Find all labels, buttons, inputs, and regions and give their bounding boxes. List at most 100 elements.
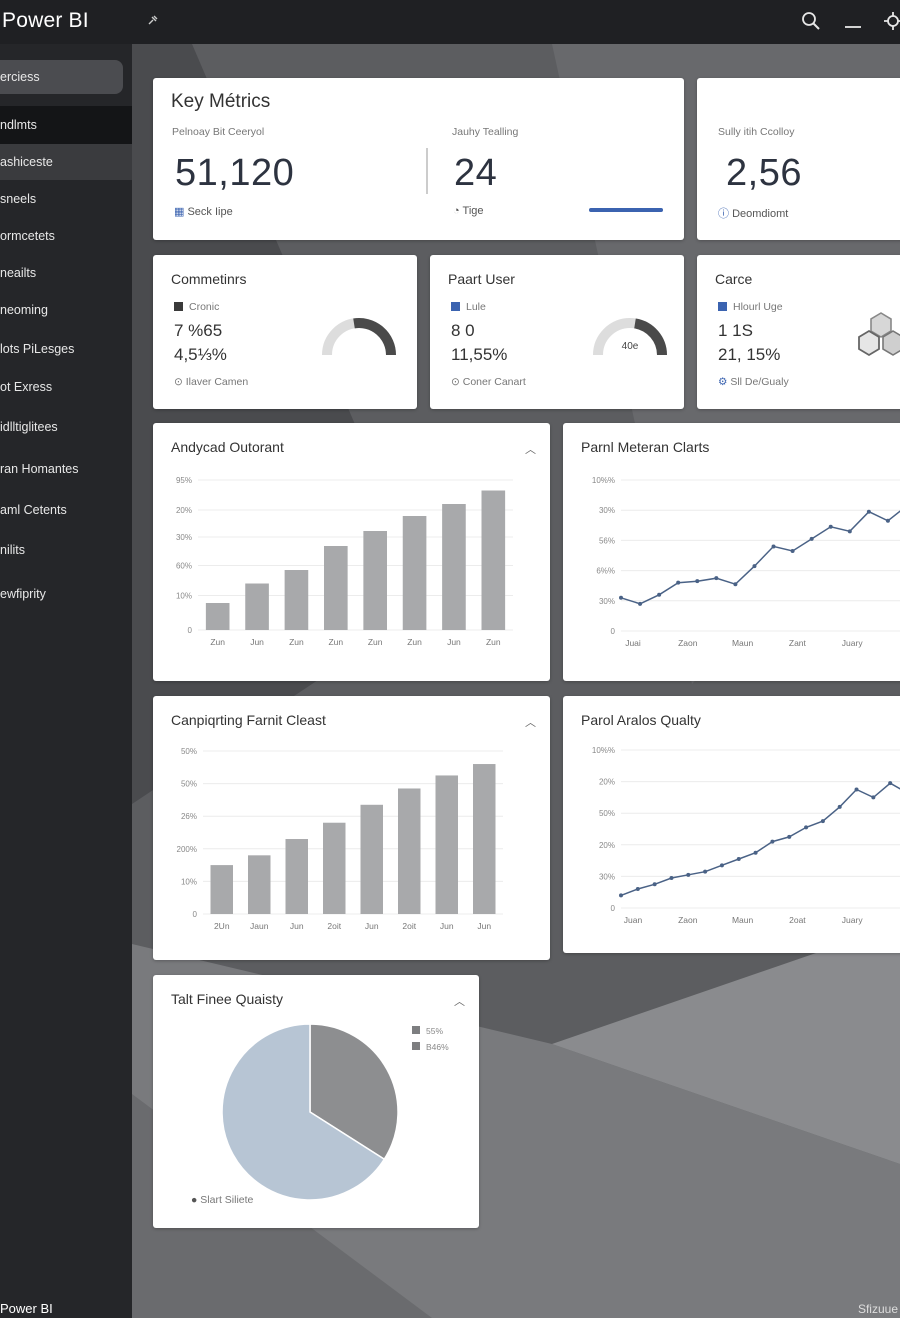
sidebar-item-13[interactable]: nilits — [0, 533, 132, 567]
minimize-icon[interactable] — [842, 10, 864, 32]
chart-card-2: Parnl Meteran Clarts 0 30% 6%% 56% 30% 10%% Ju… — [563, 423, 900, 681]
y-tick-label: 56% — [599, 536, 615, 545]
bar — [245, 583, 269, 630]
series-line — [620, 782, 900, 897]
kpi-1-foot-text: Ilaver Camen — [185, 376, 249, 388]
kpi-1-title: Commetinrs — [171, 271, 247, 287]
data-point — [809, 536, 814, 541]
x-tick-label: Zun — [328, 637, 343, 647]
kpi-3-foot-text: Sll De/Gualy — [730, 376, 789, 388]
y-tick-label: 60% — [176, 562, 192, 571]
data-point — [752, 564, 757, 569]
y-tick-label: 20% — [599, 778, 615, 787]
y-tick-label: 50% — [599, 809, 615, 818]
metric-2-progress-track — [589, 208, 663, 212]
data-point — [828, 524, 833, 529]
metric-1-value: 51,120 — [175, 152, 295, 194]
kpi-2-foot: ⊙ Coner Canart — [451, 376, 526, 388]
x-tick-label: Juan — [624, 915, 643, 925]
bar — [248, 855, 271, 914]
data-point — [820, 819, 825, 824]
key-metrics-title: Key Métrics — [171, 91, 271, 112]
sidebar-item-2[interactable]: ndlmts — [0, 106, 132, 144]
kpi-card-3: Carce Hlourl Uge 1 1S 21, 15% ⚙ Sll De/G… — [697, 255, 900, 409]
sidebar-item-14[interactable]: ewfiprity — [0, 577, 132, 611]
sidebar-footer-brand: Power BI — [0, 1301, 53, 1316]
sidebar-item-7[interactable]: neoming — [0, 293, 132, 327]
y-tick-label: 200% — [177, 845, 197, 854]
legend-swatch — [412, 1042, 420, 1050]
bar — [481, 490, 506, 630]
data-point — [888, 781, 893, 786]
sidebar-item-3[interactable]: ashiceste — [0, 144, 132, 180]
sidebar-item-9[interactable]: ot Exress — [0, 370, 132, 404]
pin-location-icon: ⊙ — [174, 376, 183, 388]
kpi-1-legend-text: Cronic — [189, 301, 220, 313]
metric-3-sub-text: Deomdiomt — [732, 208, 789, 220]
kpi-3-title: Carce — [715, 271, 753, 287]
x-tick-label: Zant — [789, 638, 807, 648]
x-tick-label: Zun — [210, 637, 225, 647]
data-point — [638, 601, 643, 606]
sidebar-item-4[interactable]: sneels — [0, 182, 132, 216]
gear-small-icon: ⚙ — [718, 376, 728, 388]
sidebar-item-10[interactable]: idlltiglitees — [0, 410, 132, 444]
sidebar-item-8[interactable]: lots PiLesges — [0, 332, 132, 366]
sidebar-item-5[interactable]: ormcetets — [0, 219, 132, 253]
x-tick-label: Zun — [368, 637, 383, 647]
y-tick-label: 10% — [176, 592, 192, 601]
kpi-2-legend-text: Lule — [466, 301, 486, 313]
kpi-card-2: Paart User Lule 8 0 11,55% ⊙ Coner Canar… — [430, 255, 684, 409]
y-tick-label: 0 — [611, 627, 616, 636]
kpi-2-gauge: 40e — [593, 318, 667, 356]
bar — [363, 531, 387, 630]
y-tick-label: 6%% — [596, 567, 615, 576]
data-point — [770, 839, 775, 844]
legend-label: 55% — [426, 1026, 443, 1036]
bar — [402, 516, 427, 630]
x-tick-label: Zun — [407, 637, 422, 647]
metric-2-sub-text: Tige — [462, 205, 484, 217]
kpi-1-gauge — [322, 318, 396, 356]
app-title: Power BI — [2, 9, 89, 32]
data-point — [753, 850, 758, 855]
x-tick-label: Jun — [250, 637, 264, 647]
sidebar-item-6[interactable]: neailts — [0, 256, 132, 290]
metric-1-label: Pelnoay Bit Ceeryol — [172, 126, 265, 138]
sidebar: erciess ndlmts ashiceste sneels ormcetet… — [0, 44, 132, 1318]
x-tick-label: Zaon — [678, 915, 698, 925]
kpi-2-line1: 8 0 — [451, 321, 475, 340]
bar — [284, 570, 309, 630]
y-tick-label: 95% — [176, 476, 192, 485]
x-tick-label: Jun — [440, 921, 454, 931]
y-tick-label: 10%% — [592, 746, 615, 755]
bar — [210, 865, 233, 914]
pin-icon[interactable] — [147, 14, 159, 26]
pie-footer-text: Slart Siliete — [200, 1194, 254, 1206]
x-tick-label: 2oat — [789, 915, 806, 925]
x-tick-label: 2oit — [402, 921, 416, 931]
sidebar-item-1[interactable]: erciess — [0, 60, 123, 94]
y-tick-label: 0 — [188, 626, 193, 635]
metric-2-progress-fill — [589, 208, 663, 212]
x-tick-label: Juary — [842, 638, 864, 648]
data-point — [866, 509, 871, 514]
kpi-1-foot: ⊙ Ilaver Camen — [174, 376, 248, 388]
sidebar-item-11[interactable]: ran Homantes — [0, 452, 132, 486]
data-point — [847, 529, 852, 534]
kpi-2-foot-text: Coner Canart — [462, 376, 526, 388]
data-point — [652, 882, 657, 887]
legend-swatch — [412, 1026, 420, 1034]
calendar-icon: ▦ — [174, 206, 185, 218]
bar — [324, 546, 348, 630]
settings-icon[interactable] — [882, 10, 900, 32]
kpi-card-1: Commetinrs Cronic 7 %65 4,5⅓% ⊙ Ilaver C… — [153, 255, 417, 409]
data-point — [657, 592, 662, 597]
bar — [442, 504, 466, 630]
comment-icon: ● — [191, 1194, 198, 1206]
search-icon[interactable] — [800, 10, 822, 32]
data-point — [854, 787, 859, 792]
key-metrics-card: Key Métrics Pelnoay Bit Ceeryol 51,120 ▦… — [153, 78, 684, 240]
sidebar-item-12[interactable]: aml Cetents — [0, 493, 132, 527]
bar — [435, 775, 458, 914]
